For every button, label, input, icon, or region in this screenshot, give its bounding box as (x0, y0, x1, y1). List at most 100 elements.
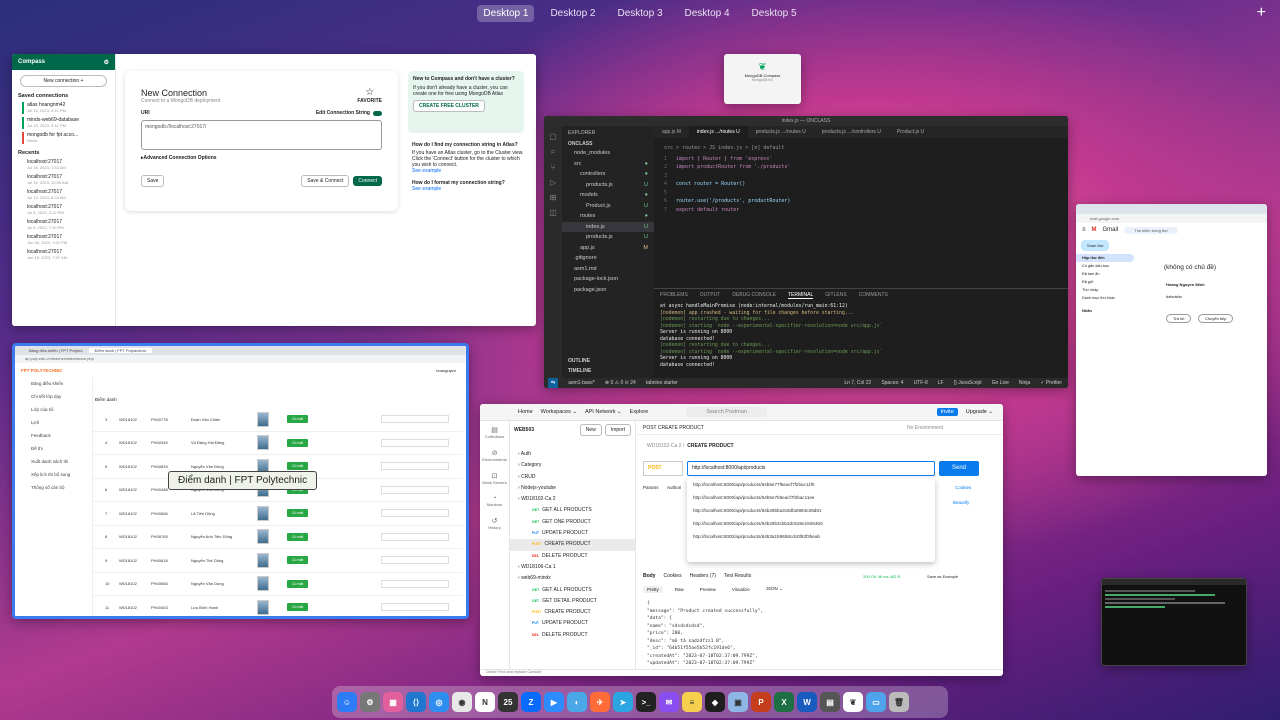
fpt-nav-item[interactable]: Thông số cán bộ (15, 481, 92, 494)
excel-icon[interactable]: X (774, 692, 794, 712)
terminal-icon[interactable]: >_ (636, 692, 656, 712)
present-button[interactable]: Có mặt (287, 438, 309, 447)
response-view-visualize[interactable]: Visualize (728, 586, 754, 593)
zalo-icon[interactable]: Z (521, 692, 541, 712)
collection-item[interactable]: GET GET ALL PRODUCTS (510, 585, 635, 596)
terminal-panel[interactable]: PROBLEMS OUTPUT DEBUG CONSOLE TERMINAL GITLE… (654, 288, 1068, 380)
terminal-tab-problems[interactable]: PROBLEMS (660, 292, 688, 299)
fpt-nav-item[interactable]: Đề thi (15, 442, 92, 455)
notion-icon[interactable]: N (475, 692, 495, 712)
fpt-address-bar[interactable]: ap.poly.edu.vn/teacher/attendance.php (15, 355, 466, 363)
extensions-icon[interactable]: ⊞ (544, 193, 562, 202)
note-input[interactable] (381, 556, 449, 565)
explorer-item[interactable]: routes ● (562, 211, 654, 222)
recent-connection-item[interactable]: localhost:27017 Jun 30, 2023, 9:31 PM (22, 234, 109, 246)
response-view-json[interactable]: JSON ⌄ (762, 585, 787, 593)
method-select[interactable]: POST (643, 461, 683, 476)
timeline-panel[interactable]: TIMELINE (568, 368, 591, 374)
url-suggestion[interactable]: http://localhost:8000/api/products/64b29… (687, 517, 935, 530)
collection-item[interactable]: › Category (510, 460, 635, 471)
params-tab[interactable]: Params (643, 485, 659, 490)
gmail-nav-item[interactable]: Đã tạm ẩn (1076, 270, 1134, 278)
explorer-item[interactable]: package.json (562, 285, 654, 296)
terminal-tab-comments[interactable]: COMMENTS (859, 292, 888, 299)
explorer-item[interactable]: index.js U (562, 221, 654, 232)
explorer-item[interactable]: package-lock.json (562, 274, 654, 285)
recent-connection-item[interactable]: localhost:27017 Jul 6, 2023, 7:15 PM (22, 219, 109, 231)
desktop-3-tab[interactable]: Desktop 3 (611, 5, 668, 22)
postman-window[interactable]: Home Workspaces ⌄ API Network ⌄ Explore … (480, 404, 1003, 676)
gmail-nav-item[interactable]: Thư nháp (1076, 286, 1134, 294)
messenger-icon[interactable]: ✉ (659, 692, 679, 712)
recent-connection-item[interactable]: localhost:27017 Jul 14, 2023, 8:24 AM (22, 189, 109, 201)
response-view-preview[interactable]: Preview (696, 586, 720, 593)
present-button[interactable]: Có mặt (287, 603, 309, 612)
explorer-item[interactable]: app.js M (562, 243, 654, 254)
recent-connection-item[interactable]: localhost:27017 Jul 8, 2023, 3:12 PM (22, 204, 109, 216)
explorer-item[interactable]: src ● (562, 159, 654, 170)
advanced-options-toggle[interactable]: Advanced Connection Options (144, 155, 217, 161)
settings-icon[interactable]: ⚙ (360, 692, 380, 712)
postman-search[interactable]: Search Postman (686, 407, 767, 417)
fpt-nav-item[interactable]: Lịch (15, 416, 92, 429)
recent-connection-item[interactable]: localhost:27017 Jul 18, 2023, 1:53 AM (22, 159, 109, 171)
send-button[interactable]: Send (939, 461, 979, 476)
editor-tab[interactable]: products.js .../controllers U (814, 126, 889, 138)
ninja-status[interactable]: Ninja (1019, 380, 1030, 386)
terminal-tab-gitlens[interactable]: GITLENS (825, 292, 846, 299)
editor-tab[interactable]: index.js .../routes U (688, 126, 748, 138)
encoding[interactable]: UTF-8 (914, 380, 928, 386)
menu-icon[interactable]: ≡ (1082, 227, 1086, 233)
desktop-1-tab[interactable]: Desktop 1 (477, 5, 535, 22)
cursor-position[interactable]: Ln 7, Col 22 (844, 380, 871, 386)
note-input[interactable] (381, 415, 449, 424)
reply-button[interactable]: Trả lời (1166, 314, 1192, 323)
remote-indicator[interactable]: ⇆ (548, 378, 559, 388)
help3-link[interactable]: See example (412, 186, 524, 192)
desktop-2-tab[interactable]: Desktop 2 (544, 5, 601, 22)
fpt-nav-item[interactable]: Xếp lịch thi bổ sung (15, 468, 92, 481)
desktop-5-tab[interactable]: Desktop 5 (746, 5, 803, 22)
present-button[interactable]: Có mặt (287, 532, 309, 541)
response-tab-body[interactable]: Body (643, 573, 656, 579)
explorer-item[interactable]: Product.js U (562, 201, 654, 212)
capture-icon[interactable]: ▤ (820, 692, 840, 712)
desktop-4-tab[interactable]: Desktop 4 (679, 5, 736, 22)
note-input[interactable] (381, 579, 449, 588)
calendar-icon[interactable]: 25 (498, 692, 518, 712)
tab-attendance[interactable]: Điểm danh | FPT Polytechnic (88, 348, 153, 353)
fpt-nav-item[interactable]: Xuất danh sách thi (15, 455, 92, 468)
explorer-item[interactable]: products.js U (562, 232, 654, 243)
compass-window[interactable]: Compass ⚙ New connection + Saved connecti… (12, 54, 536, 326)
collection-item[interactable]: GET GET DETAIL PRODUCT (510, 596, 635, 607)
collection-item[interactable]: › Nodejs-youtube (510, 483, 635, 494)
nav-workspaces[interactable]: Workspaces ⌄ (541, 409, 577, 415)
nav-explore[interactable]: Explore (630, 409, 649, 415)
saved-connection-item[interactable]: minds-web69-database Jul 15, 2023, 3:41 P… (22, 117, 109, 129)
gear-icon[interactable]: ⚙ (104, 59, 109, 66)
connect-button[interactable]: Connect (353, 176, 382, 186)
postman-icon[interactable]: ✈ (590, 692, 610, 712)
fpt-nav-item[interactable]: Bảng điều khiển (15, 377, 92, 390)
response-view-raw[interactable]: Raw (671, 586, 688, 593)
terminal-tab-debug-console[interactable]: DEBUG CONSOLE (732, 292, 776, 299)
environment-select[interactable]: No Environment (907, 425, 943, 431)
explorer-item[interactable]: models ● (562, 190, 654, 201)
new-connection-button[interactable]: New connection + (20, 75, 107, 87)
gmail-nav-item[interactable]: Đã gửi (1076, 278, 1134, 286)
collection-item[interactable]: DEL DELETE PRODUCT (510, 551, 635, 562)
mongodb-icon[interactable]: ❦ (843, 692, 863, 712)
sidebar-monitors[interactable]: ◔ Monitors (480, 490, 509, 512)
chrome-icon[interactable]: ◉ (452, 692, 472, 712)
go-live[interactable]: Go Live (992, 380, 1009, 386)
terminal-tab-terminal[interactable]: TERMINAL (787, 292, 814, 299)
nav-api-network[interactable]: API Network ⌄ (585, 409, 622, 415)
url-suggestion[interactable]: http://localhost:8000/api/products/64b29… (687, 504, 935, 517)
mongodb-compass-about-window[interactable]: ❦ MongoDB Compass MongoDB Inc (724, 54, 801, 104)
beautify-link[interactable]: Beautify (953, 500, 969, 505)
vscode-icon[interactable]: ⟨⟩ (406, 692, 426, 712)
present-button[interactable]: Có mặt (287, 462, 309, 471)
fpt-nav-item[interactable]: Lớp của tôi (15, 403, 92, 416)
url-suggestion[interactable]: http://localhost:8000/api/products/64b5e… (687, 478, 935, 491)
gmail-search[interactable]: Tìm kiếm trong thư (1124, 226, 1178, 234)
